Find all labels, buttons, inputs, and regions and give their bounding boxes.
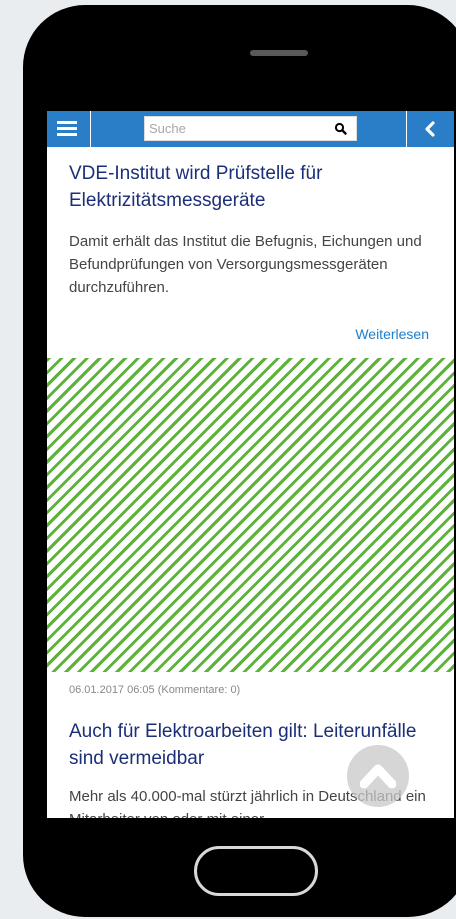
chevron-up-icon [360, 764, 396, 789]
search-icon[interactable] [334, 122, 348, 136]
hamburger-menu-icon [57, 127, 77, 130]
screen: VDE-Institut wird Prüfstelle für Elektri… [47, 111, 454, 818]
chevron-left-icon [425, 121, 435, 137]
article-meta: 06.01.2017 06:05 (Kommentare: 0) [69, 684, 241, 696]
search-box [144, 116, 357, 141]
top-bar [47, 111, 454, 147]
hamburger-menu-icon [57, 133, 77, 136]
home-button[interactable] [194, 846, 318, 896]
hamburger-menu-icon [57, 121, 77, 124]
article-title[interactable]: VDE-Institut wird Prüfstelle für Elektri… [69, 160, 429, 214]
scroll-to-top-button[interactable] [347, 745, 409, 807]
article-image[interactable] [47, 358, 454, 672]
article-teaser: Damit erhält das Institut die Befugnis, … [69, 233, 422, 296]
menu-button[interactable] [47, 111, 91, 147]
phone-speaker [250, 50, 308, 56]
search-input[interactable] [145, 117, 329, 140]
read-more-link[interactable]: Weiterlesen [355, 326, 429, 342]
back-button[interactable] [406, 111, 454, 147]
